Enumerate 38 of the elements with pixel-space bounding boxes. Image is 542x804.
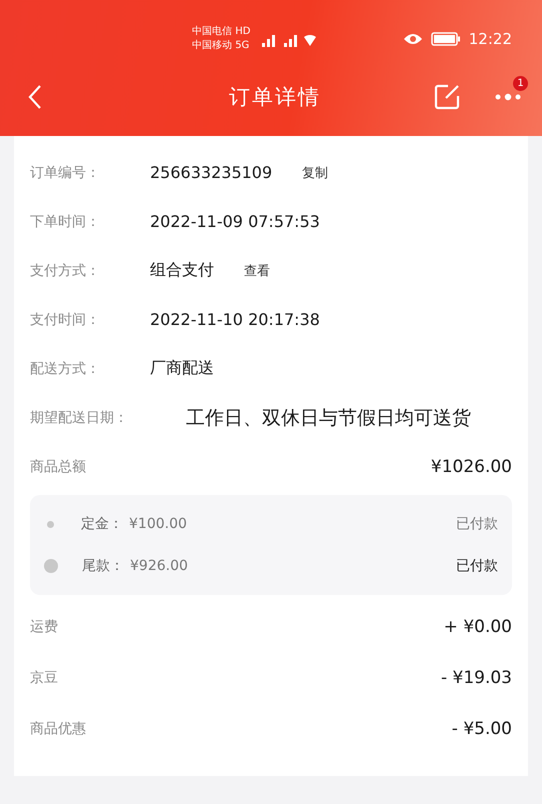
installment-amount: ¥926.00 <box>130 558 188 574</box>
action-button[interactable]: 查看 <box>240 260 274 282</box>
field-label: 商品总额 <box>30 458 87 476</box>
carrier-label: 中国电信 HD <box>192 26 250 38</box>
field-label: 期望配送日期： <box>30 408 129 426</box>
installment-label: 定金： <box>81 515 123 533</box>
page-title: 订单详情 <box>228 84 322 111</box>
amount-value: ¥1026.00 <box>430 456 512 476</box>
payment-status: 已付款 <box>456 515 498 533</box>
more-button[interactable] <box>494 93 522 101</box>
field-value: 组合支付 <box>150 260 214 281</box>
battery-icon <box>430 32 461 46</box>
field-label: 下单时间： <box>30 212 101 230</box>
amount-value: + ¥0.00 <box>444 616 512 636</box>
amount-value: - ¥5.00 <box>452 718 512 738</box>
field-label: 配送方式： <box>30 360 101 378</box>
field-label: 订单编号： <box>30 164 101 182</box>
field-label: 运费 <box>30 618 59 636</box>
amount-value: - ¥19.03 <box>440 668 512 688</box>
field-value: 256633235109 <box>150 163 272 182</box>
field-value: 厂商配送 <box>150 358 214 379</box>
payment-status: 已付款 <box>456 557 498 575</box>
field-value: 2022-11-09 07:57:53 <box>150 212 320 231</box>
edit-button[interactable] <box>434 84 460 110</box>
back-button[interactable] <box>28 84 42 110</box>
notification-badge: 1 <box>513 76 528 91</box>
field-label: 支付时间： <box>30 310 101 328</box>
installment-amount: ¥100.00 <box>129 516 187 532</box>
action-button[interactable]: 复制 <box>298 162 332 184</box>
field-label: 支付方式： <box>30 262 101 280</box>
status-time: 12:22 <box>468 30 512 48</box>
field-label: 京豆 <box>30 668 59 686</box>
field-value: 2022-11-10 20:17:38 <box>150 310 320 329</box>
eye-icon <box>402 33 423 45</box>
field-value: 工作日、双休日与节假日均可送货 <box>186 406 471 430</box>
carrier-label: 中国移动 5G <box>192 40 250 52</box>
installment-label: 尾款： <box>82 557 124 575</box>
field-label: 商品优惠 <box>30 720 87 738</box>
